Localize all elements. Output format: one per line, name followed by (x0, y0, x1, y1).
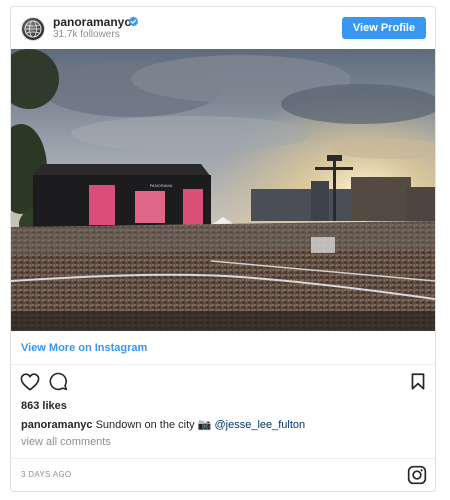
like-count: 863 likes (21, 400, 67, 412)
view-profile-button[interactable]: View Profile (342, 17, 426, 39)
concert-photo: PANORAMA (11, 49, 435, 331)
divider (11, 364, 435, 365)
post-timestamp: 3 DAYS AGO (21, 470, 72, 479)
caption-text: Sundown on the city (92, 419, 198, 431)
instagram-embed-card: panoramanyc 31.7k followers View Profile (10, 6, 436, 492)
verified-badge-icon (128, 16, 139, 27)
post-header: panoramanyc 31.7k followers View Profile (11, 7, 435, 49)
stage-screen-text: PANORAMA (150, 183, 173, 188)
bookmark-icon[interactable] (411, 373, 425, 390)
username[interactable]: panoramanyc (53, 15, 131, 29)
view-all-comments-link[interactable]: view all comments (21, 436, 111, 448)
view-more-on-instagram-link[interactable]: View More on Instagram (21, 342, 147, 354)
follower-count: 31.7k followers (53, 29, 120, 40)
comment-icon[interactable] (49, 372, 68, 391)
caption-mention-link[interactable]: @jesse_lee_fulton (214, 419, 305, 431)
globe-avatar-icon[interactable] (21, 17, 45, 41)
post-caption: panoramanyc Sundown on the city 📷 @jesse… (21, 418, 305, 431)
instagram-logo-icon[interactable] (407, 465, 427, 485)
camera-emoji-icon: 📷 (197, 419, 212, 431)
post-photo[interactable]: PANORAMA (11, 49, 435, 331)
divider (11, 458, 435, 459)
caption-username[interactable]: panoramanyc (21, 419, 93, 431)
heart-icon[interactable] (20, 373, 40, 391)
